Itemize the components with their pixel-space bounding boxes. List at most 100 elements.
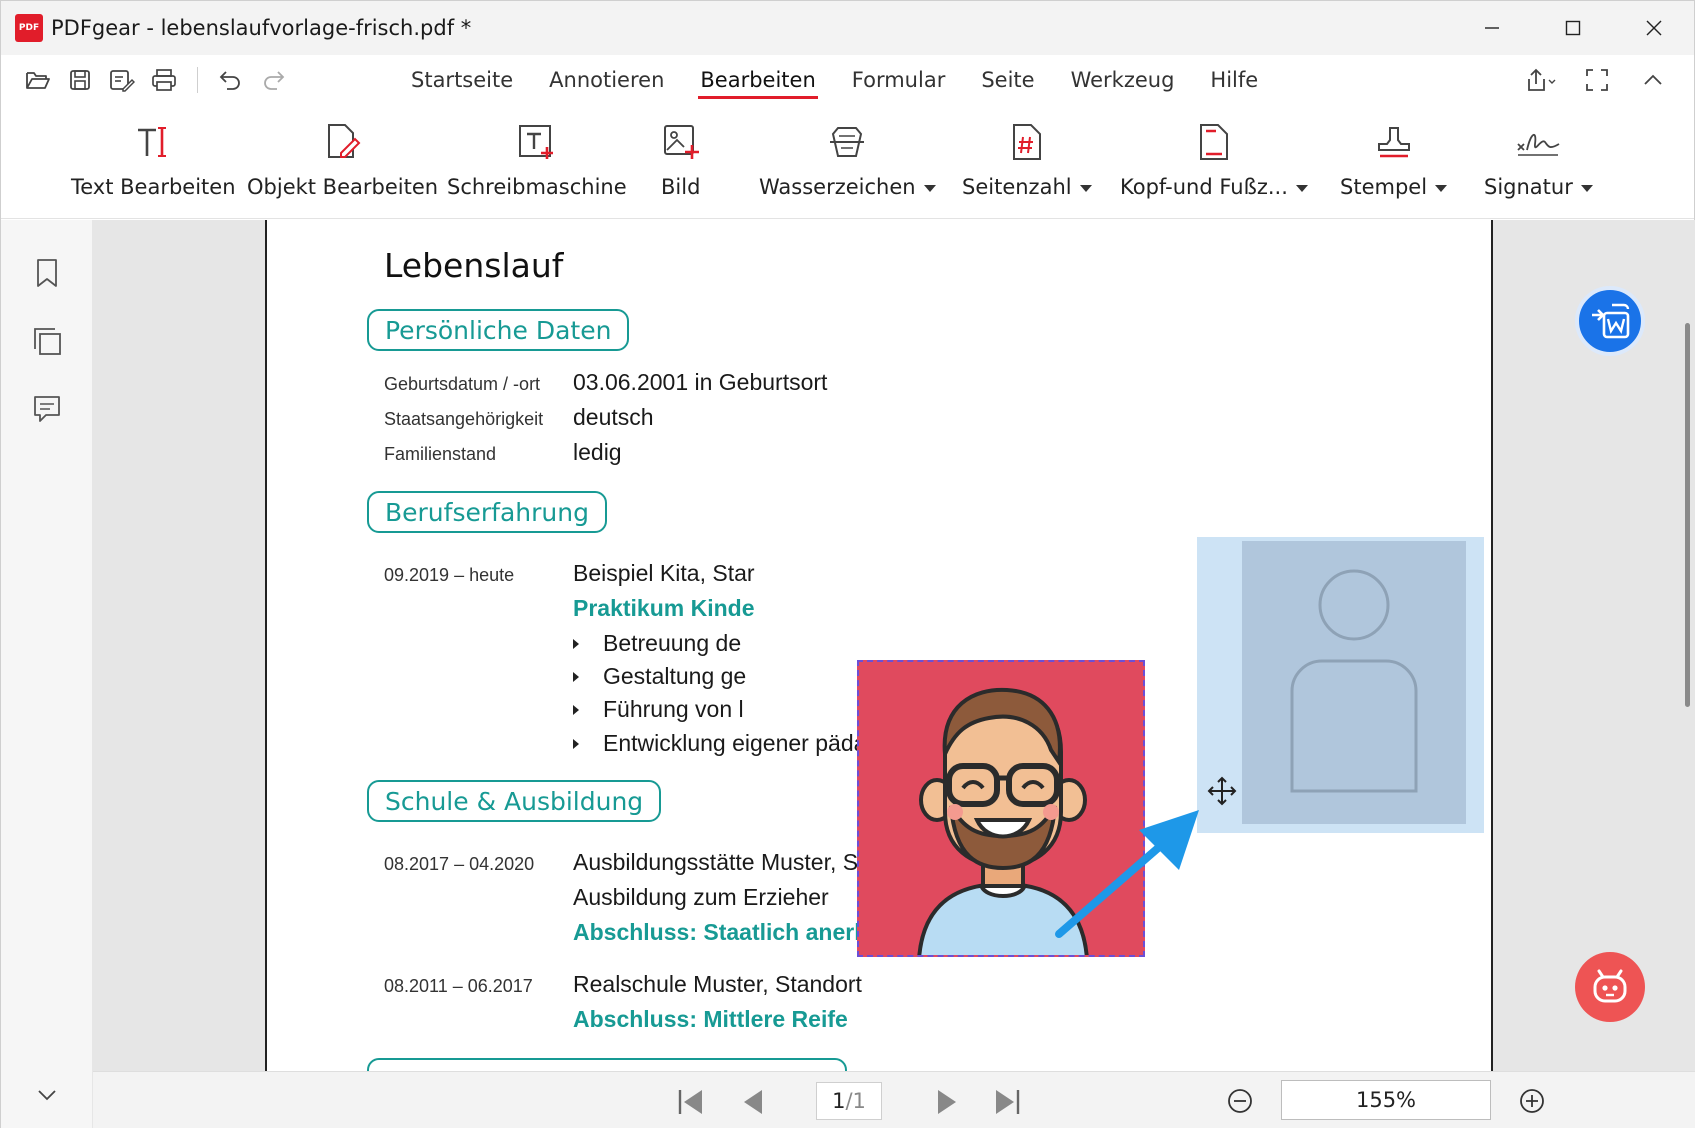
section-next-partial <box>367 1058 847 1071</box>
label-birth: Geburtsdatum / -ort <box>384 374 541 394</box>
watermark-label: Wasserzeichen <box>759 175 936 199</box>
fullscreen-button[interactable] <box>1578 63 1616 97</box>
header-footer-tool[interactable]: Kopf-und Fußz... <box>1120 121 1308 199</box>
next-page-icon <box>938 1090 956 1114</box>
experience-bullet: Führung von l <box>573 696 744 723</box>
window-controls <box>1451 1 1694 55</box>
save-icon <box>70 70 90 90</box>
section-personal: Persönliche Daten <box>367 309 630 351</box>
zoom-out-icon <box>1228 1089 1252 1113</box>
header-footer-label: Kopf-und Fußz... <box>1120 175 1308 199</box>
minimize-button[interactable] <box>1451 1 1532 55</box>
image-label: Bild <box>661 175 701 199</box>
watermark-tool[interactable]: Wasserzeichen <box>759 121 936 199</box>
side-panel <box>1 220 93 1128</box>
zoom-in-icon <box>1520 1089 1544 1113</box>
menu-annotieren[interactable]: Annotieren <box>535 55 678 105</box>
education-school: Realschule Muster, Standort <box>573 971 862 997</box>
convert-to-word-button[interactable] <box>1575 286 1645 356</box>
page-number-label: Seitenzahl <box>962 175 1092 199</box>
menu-hilfe[interactable]: Hilfe <box>1196 55 1272 105</box>
quick-access-toolbar <box>21 63 290 97</box>
typewriter-tool[interactable]: Schreibmaschine <box>447 121 627 199</box>
watermark-icon <box>830 127 865 157</box>
value-birth: 03.06.2001 in Geburtsort <box>573 369 828 395</box>
comments-button[interactable] <box>31 392 63 426</box>
object-edit-tool[interactable]: Objekt Bearbeiten <box>247 121 438 199</box>
redo-button[interactable] <box>256 63 290 97</box>
chevron-down-icon <box>38 1090 56 1101</box>
convert-word-icon <box>1592 303 1630 339</box>
zoom-in-button[interactable] <box>1515 1084 1549 1118</box>
save-as-button[interactable] <box>105 63 139 97</box>
header-footer-icon <box>1199 124 1228 160</box>
close-button[interactable] <box>1613 1 1694 55</box>
vertical-scrollbar[interactable] <box>1685 323 1690 707</box>
redo-icon <box>264 71 285 90</box>
move-icon <box>1207 776 1237 806</box>
signature-icon <box>1517 134 1560 156</box>
title-bar: PDF PDFgear - lebenslaufvorlage-frisch.p… <box>1 1 1694 55</box>
expand-panel-button[interactable] <box>31 1078 63 1112</box>
menu-seite[interactable]: Seite <box>967 55 1048 105</box>
last-page-icon <box>996 1090 1020 1114</box>
document-canvas[interactable]: Lebenslauf Persönliche Daten Geburtsdatu… <box>93 220 1695 1071</box>
first-page-button[interactable] <box>673 1086 709 1118</box>
text-edit-label: Text Bearbeiten <box>71 175 236 199</box>
maximize-icon <box>1565 20 1580 36</box>
label-marital: Familienstand <box>384 444 497 464</box>
save-button[interactable] <box>63 63 97 97</box>
menu-row: Startseite Annotieren Bearbeiten Formula… <box>1 55 1694 105</box>
person-placeholder-icon <box>1290 569 1418 793</box>
education-program: Ausbildung zum Erzieher <box>573 884 829 910</box>
minimize-icon <box>1484 27 1499 29</box>
bookmark-button[interactable] <box>31 256 63 290</box>
menu-formular[interactable]: Formular <box>838 55 960 105</box>
edit-ribbon: Text Bearbeiten Objekt Bearbeiten Schrei… <box>1 105 1694 219</box>
prev-page-button[interactable] <box>735 1086 771 1118</box>
maximize-button[interactable] <box>1532 1 1613 55</box>
open-button[interactable] <box>21 63 55 97</box>
experience-bullet: Gestaltung ge <box>573 663 746 690</box>
last-page-button[interactable] <box>989 1086 1025 1118</box>
menu-werkzeug[interactable]: Werkzeug <box>1057 55 1189 105</box>
close-icon <box>1646 20 1661 36</box>
print-button[interactable] <box>147 63 181 97</box>
stamp-tool[interactable]: Stempel <box>1340 121 1448 199</box>
pages-button[interactable] <box>31 324 63 358</box>
window-title: PDFgear - lebenslaufvorlage-frisch.pdf * <box>51 16 472 40</box>
print-icon <box>152 69 176 91</box>
comment-icon <box>34 396 60 422</box>
doc-title: Lebenslauf <box>384 246 564 285</box>
typewriter-icon <box>518 125 553 159</box>
right-tools <box>1522 63 1672 97</box>
object-edit-icon <box>327 124 360 158</box>
status-bar: 1/1 155% <box>93 1071 1695 1128</box>
placeholder-frame <box>1242 541 1466 824</box>
page-number-field[interactable]: 1/1 <box>816 1082 882 1120</box>
undo-button[interactable] <box>214 63 248 97</box>
image-tool[interactable]: Bild <box>661 121 700 199</box>
text-edit-tool[interactable]: Text Bearbeiten <box>71 121 236 199</box>
value-marital: ledig <box>573 439 622 465</box>
signature-tool[interactable]: Signatur <box>1484 121 1593 199</box>
menu-bearbeiten[interactable]: Bearbeiten <box>686 55 829 105</box>
education-result: Abschluss: Mittlere Reife <box>573 1006 848 1032</box>
text-edit-icon <box>138 127 167 157</box>
signature-label: Signatur <box>1484 175 1593 199</box>
collapse-ribbon-button[interactable] <box>1634 63 1672 97</box>
collapse-icon <box>1644 74 1662 85</box>
education-date: 08.2017 – 04.2020 <box>384 854 535 874</box>
toolbar-separator <box>197 67 198 93</box>
app-window: PDF PDFgear - lebenslaufvorlage-frisch.p… <box>0 0 1695 1128</box>
page-number-tool[interactable]: Seitenzahl <box>962 121 1092 199</box>
section-experience: Berufserfahrung <box>367 491 607 533</box>
menu-startseite[interactable]: Startseite <box>397 55 527 105</box>
zoom-level-field[interactable]: 155% <box>1281 1080 1491 1120</box>
ai-assistant-button[interactable] <box>1575 952 1645 1022</box>
zoom-out-button[interactable] <box>1223 1084 1257 1118</box>
photo-placeholder[interactable] <box>1197 537 1484 833</box>
share-button[interactable] <box>1522 63 1560 97</box>
undo-icon <box>219 71 240 90</box>
next-page-button[interactable] <box>929 1086 965 1118</box>
